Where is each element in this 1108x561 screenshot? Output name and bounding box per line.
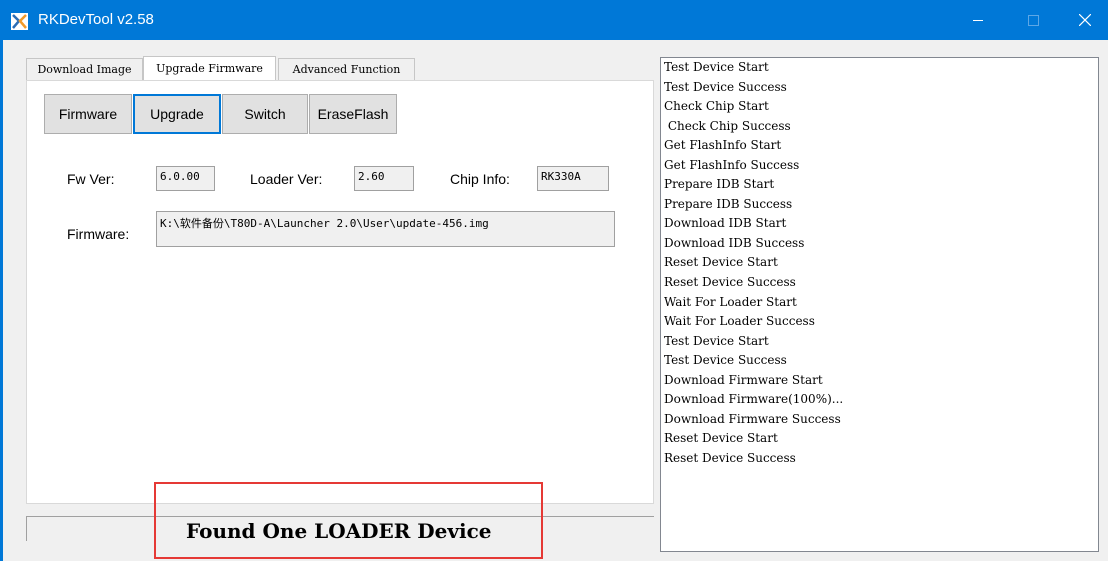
fw-ver-label: Fw Ver: [67,171,115,187]
firmware-button[interactable]: Firmware [44,94,132,134]
log-line: Get FlashInfo Success [664,157,800,172]
minimize-button[interactable] [955,0,1001,40]
firmware-path-field: K:\软件备份\T80D-A\Launcher 2.0\User\update-… [156,211,615,247]
window-title: RKDevTool v2.58 [38,11,154,28]
log-line: Test Device Success [664,353,787,368]
log-line: Reset Device Success [664,450,796,465]
loader-ver-field: 2.60 [354,166,414,191]
window-border [0,40,3,561]
upgrade-firmware-panel [26,80,654,504]
log-line: Test Device Start [664,333,769,348]
log-line: Prepare IDB Start [664,177,775,192]
log-line: Reset Device Start [664,431,778,446]
log-line: Download IDB Success [664,235,805,250]
log-line: Test Device Success [664,79,787,94]
log-line: Reset Device Success [664,275,796,290]
minimize-icon [973,20,983,21]
log-line: Check Chip Start [664,99,769,114]
log-line: Download IDB Start [664,216,787,231]
log-line: Download Firmware Start [664,372,823,387]
log-line: Test Device Start [664,60,769,74]
loader-ver-label: Loader Ver: [250,171,323,187]
fw-ver-field: 6.0.00 [156,166,215,191]
log-line: Reset Device Start [664,255,778,270]
tab-upgrade-firmware[interactable]: Upgrade Firmware [143,56,276,80]
upgrade-button[interactable]: Upgrade [133,94,221,134]
log-line: Prepare IDB Success [664,196,793,211]
tab-download-image[interactable]: Download Image [26,58,143,80]
log-line: Download Firmware(100%)... [664,392,844,407]
firmware-label: Firmware: [67,226,130,242]
switch-button[interactable]: Switch [222,94,308,134]
tab-advanced-function[interactable]: Advanced Function [278,58,415,80]
log-list[interactable]: Test Device Start Test Device Success Ch… [660,57,1099,552]
log-line: Check Chip Success [664,118,791,133]
log-line: Get FlashInfo Start [664,138,782,153]
log-line: Wait For Loader Success [664,314,815,329]
log-line: Wait For Loader Start [664,294,797,309]
close-icon [1079,14,1091,26]
close-button[interactable] [1062,0,1108,40]
chip-info-label: Chip Info: [450,171,510,187]
app-logo-icon [11,13,28,30]
highlight-box [154,482,543,559]
chip-info-field: RK330A [537,166,609,191]
erase-flash-button[interactable]: EraseFlash [309,94,397,134]
log-line: Download Firmware Success [664,411,841,426]
maximize-icon [1028,15,1039,26]
maximize-button[interactable] [1010,0,1056,40]
title-bar[interactable]: RKDevTool v2.58 [0,0,1108,40]
